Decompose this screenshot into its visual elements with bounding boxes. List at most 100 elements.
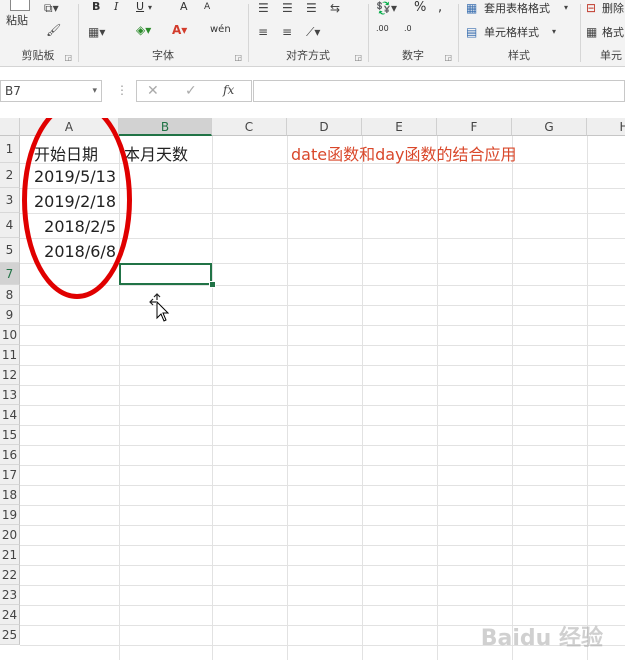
grow-font-button[interactable]: A <box>180 0 188 13</box>
row-header[interactable]: 1 <box>0 136 20 163</box>
align-left-icon[interactable]: ≡ <box>258 26 268 38</box>
format-painter-icon[interactable]: 🖌 <box>46 24 61 36</box>
borders-icon[interactable]: ▦▾ <box>88 26 105 38</box>
column-header-e[interactable]: E <box>362 118 437 136</box>
align-bottom-icon[interactable]: ☰ <box>306 2 317 14</box>
align-top-icon[interactable]: ☰ <box>258 2 269 14</box>
row-gridline <box>20 305 625 306</box>
decrease-decimal-button[interactable]: .0 <box>404 24 412 33</box>
fill-handle[interactable] <box>209 281 216 288</box>
column-header-f[interactable]: F <box>437 118 512 136</box>
row-header[interactable]: 13 <box>0 385 20 405</box>
delete-button[interactable]: 删除 <box>602 0 624 16</box>
font-color-icon[interactable]: A▾ <box>172 24 187 36</box>
delete-icon: ⊟ <box>586 1 597 15</box>
format-as-table-icon: ▦ <box>466 1 478 15</box>
row-header[interactable]: 10 <box>0 325 20 345</box>
clipboard-group: 粘贴 ⧉▾ 🖌 剪贴板 ◲ <box>0 0 76 66</box>
row-header[interactable]: 23 <box>0 585 20 605</box>
row-header[interactable]: 11 <box>0 345 20 365</box>
formula-bar: B7 ▾ ⋮ ✕ ✓ fx <box>0 74 625 110</box>
format-as-table-button[interactable]: 套用表格格式 <box>484 0 550 16</box>
alignment-dialog-launcher-icon[interactable]: ◲ <box>354 53 362 62</box>
comma-button[interactable]: , <box>438 0 442 15</box>
row-header[interactable]: 4 <box>0 213 20 238</box>
row-header[interactable]: 14 <box>0 405 20 425</box>
row-header[interactable]: 17 <box>0 465 20 485</box>
row-header[interactable]: 24 <box>0 605 20 625</box>
italic-button[interactable]: I <box>114 0 118 13</box>
row-header[interactable]: 2 <box>0 163 20 188</box>
format-button[interactable]: 格式 <box>602 24 624 40</box>
cell-d1[interactable]: date函数和day函数的结合应用 <box>291 141 517 165</box>
chevron-down-icon[interactable]: ▾ <box>552 26 556 38</box>
font-label: 字体 <box>152 49 174 62</box>
divider <box>368 4 369 62</box>
row-header[interactable]: 19 <box>0 505 20 525</box>
orientation-icon[interactable]: ⟋▾ <box>306 26 320 38</box>
row-gridline <box>20 565 625 566</box>
alignment-group: ☰ ☰ ☰ ⇆ ≡ ≡ ⟋▾ 对齐方式 ◲ <box>250 0 366 66</box>
align-center-icon[interactable]: ≡ <box>282 26 292 38</box>
column-header-h[interactable]: H <box>587 118 625 136</box>
row-header[interactable]: 5 <box>0 238 20 263</box>
shrink-font-button[interactable]: A <box>204 2 210 12</box>
fill-color-icon[interactable]: ◈▾ <box>136 24 151 36</box>
row-header[interactable]: 9 <box>0 305 20 325</box>
increase-decimal-button[interactable]: .00 <box>376 24 389 33</box>
spreadsheet-grid: A B C D E F G H 1 2 3 4 5 7 8 9 10 11 12… <box>0 118 625 660</box>
cancel-icon[interactable]: ✕ <box>147 84 159 98</box>
insert-function-button[interactable]: fx <box>223 84 234 96</box>
copy-icon[interactable]: ⧉▾ <box>44 2 59 14</box>
column-header-b[interactable]: B <box>119 118 212 136</box>
font-dialog-launcher-icon[interactable]: ◲ <box>234 53 242 62</box>
paste-icon[interactable] <box>10 0 30 11</box>
ribbon: 粘贴 ⧉▾ 🖌 剪贴板 ◲ B I U ▾ A A ▦▾ ◈▾ A▾ wén 字… <box>0 0 625 67</box>
enter-check-icon[interactable]: ✓ <box>185 84 197 98</box>
column-header-c[interactable]: C <box>212 118 287 136</box>
paste-button[interactable]: 粘贴 <box>6 12 28 28</box>
row-gridline <box>20 325 625 326</box>
row-gridline <box>20 525 625 526</box>
more-options-icon[interactable]: ⋮ <box>116 84 128 96</box>
row-gridline <box>20 605 625 606</box>
row-header[interactable]: 21 <box>0 545 20 565</box>
row-gridline <box>20 465 625 466</box>
column-header-g[interactable]: G <box>512 118 587 136</box>
cell-b1[interactable]: 本月天数 <box>124 141 188 165</box>
cell-styles-icon: ▤ <box>466 25 478 39</box>
row-header[interactable]: 12 <box>0 365 20 385</box>
row-header[interactable]: 22 <box>0 565 20 585</box>
row-header[interactable]: 20 <box>0 525 20 545</box>
cell-styles-button[interactable]: 单元格样式 <box>484 24 539 40</box>
percent-button[interactable]: % <box>414 0 426 15</box>
row-gridline <box>20 505 625 506</box>
wrap-text-icon[interactable]: ⇆ <box>330 2 340 14</box>
align-middle-icon[interactable]: ☰ <box>282 2 293 14</box>
formula-input[interactable] <box>253 80 625 102</box>
name-box[interactable]: B7 ▾ <box>0 80 102 102</box>
row-header[interactable]: 16 <box>0 445 20 465</box>
active-cell-b7[interactable] <box>119 263 212 285</box>
clipboard-dialog-launcher-icon[interactable]: ◲ <box>64 53 72 62</box>
row-header[interactable]: 7 <box>0 263 20 285</box>
row-header[interactable]: 8 <box>0 285 20 305</box>
cells-group: ⊟ 删除 ▦ 格式 单元 <box>582 0 625 66</box>
chevron-down-icon[interactable]: ▾ <box>92 81 97 101</box>
watermark: Baidu 经验 <box>480 626 603 651</box>
select-all-corner[interactable] <box>0 118 20 136</box>
column-gridline <box>587 136 588 660</box>
number-dialog-launcher-icon[interactable]: ◲ <box>444 53 452 62</box>
row-header[interactable]: 18 <box>0 485 20 505</box>
column-header-d[interactable]: D <box>287 118 362 136</box>
chevron-down-icon[interactable]: ▾ <box>564 2 568 14</box>
underline-button[interactable]: U <box>136 0 144 13</box>
row-header[interactable]: 15 <box>0 425 20 445</box>
phonetic-button[interactable]: wén <box>210 24 231 35</box>
row-header[interactable]: 3 <box>0 188 20 213</box>
underline-dropdown-icon[interactable]: ▾ <box>148 2 152 14</box>
row-header[interactable]: 25 <box>0 625 20 645</box>
column-gridline <box>212 136 213 660</box>
bold-button[interactable]: B <box>92 0 100 13</box>
currency-icon[interactable]: 💱▾ <box>376 2 397 14</box>
